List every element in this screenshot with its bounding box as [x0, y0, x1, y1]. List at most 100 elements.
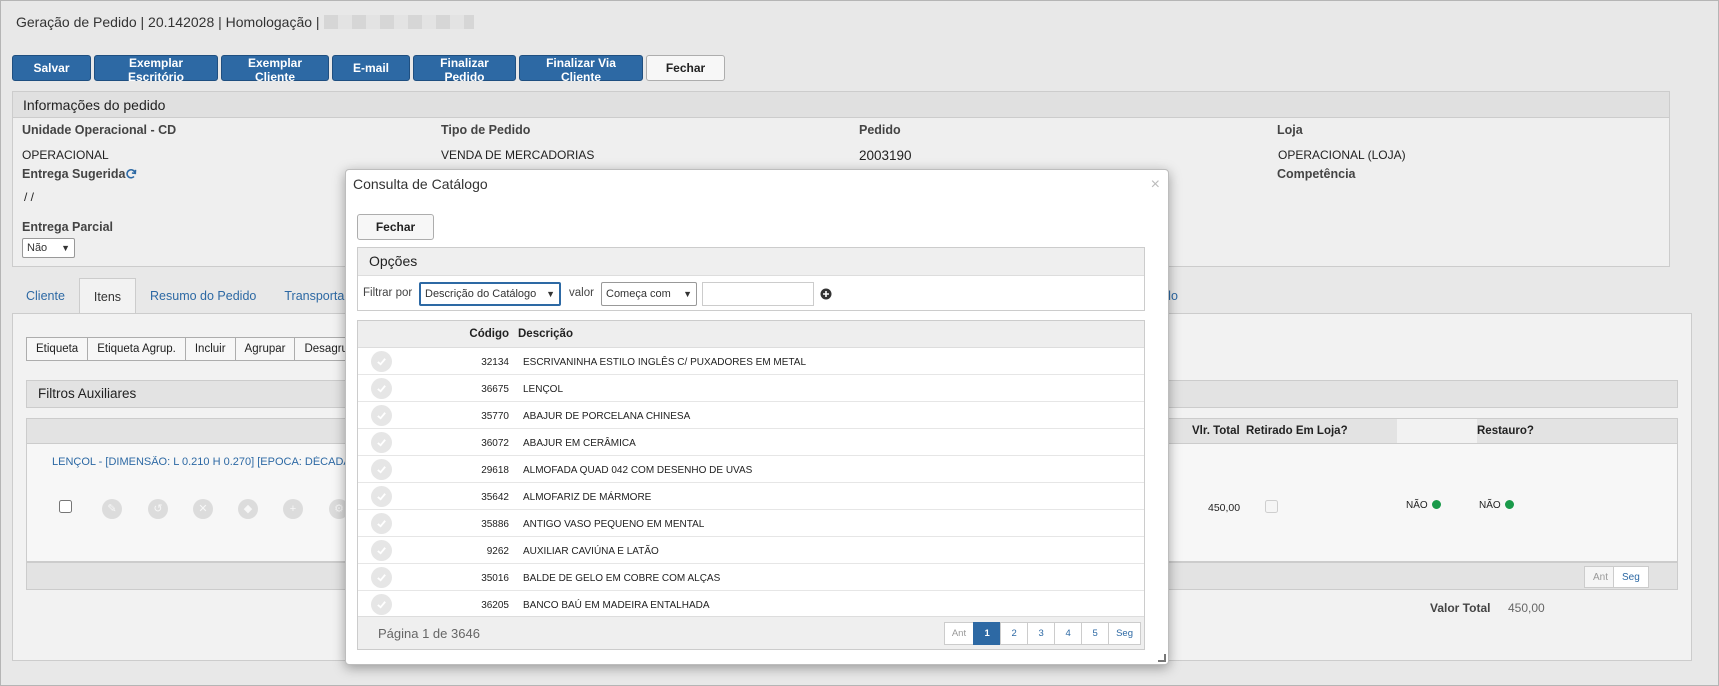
chevron-down-icon: ▼	[61, 243, 70, 253]
close-icon[interactable]: ×	[1151, 177, 1160, 193]
group-label-button[interactable]: Etiqueta Agrup.	[87, 337, 186, 361]
refresh-icon[interactable]	[125, 168, 137, 180]
office-copy-button[interactable]: Exemplar Escritório	[94, 55, 218, 84]
table-row[interactable]: 35770 ABAJUR DE PORCELANA CHINESA	[358, 402, 1144, 429]
table-row[interactable]: 36205 BANCO BAÚ EM MADEIRA ENTALHADA	[358, 591, 1144, 618]
group-button[interactable]: Agrupar	[234, 337, 296, 361]
filter-value-input[interactable]	[702, 282, 814, 306]
include-button[interactable]: Incluir	[184, 337, 236, 361]
select-check-icon[interactable]	[371, 513, 392, 534]
modal-close-button[interactable]: Fechar	[357, 214, 434, 240]
pager-next-button[interactable]: Seg	[1108, 622, 1141, 645]
retirado-checkbox	[1265, 500, 1278, 513]
table-row[interactable]: 36072 ABAJUR EM CERÂMICA	[358, 429, 1144, 456]
item-total-value: 450,00	[1208, 502, 1241, 514]
main-toolbar: Salvar Exemplar Escritório Exemplar Clie…	[12, 55, 725, 84]
select-check-icon[interactable]	[371, 459, 392, 480]
order-type-value: VENDA DE MERCADORIAS	[441, 148, 595, 162]
row-codigo: 36205	[481, 600, 509, 611]
row-codigo: 9262	[486, 546, 509, 557]
col-descricao: Descrição	[518, 328, 573, 340]
history-icon[interactable]: ↺	[148, 499, 168, 519]
partial-delivery-label: Entrega Parcial	[22, 220, 114, 234]
table-row[interactable]: 35016 BALDE DE GELO EM COBRE COM ALÇAS	[358, 564, 1144, 591]
partial-delivery-select[interactable]: Não ▼	[22, 238, 75, 258]
row-codigo: 35016	[481, 573, 509, 584]
row-descricao: BALDE DE GELO EM COBRE COM ALÇAS	[523, 573, 721, 584]
unit-label: Unidade Operacional - CD	[22, 123, 177, 137]
modal-title: Consulta de Catálogo	[353, 176, 488, 192]
row-codigo: 29618	[481, 465, 509, 476]
item-row-checkbox[interactable]	[59, 500, 72, 513]
finalize-client-button[interactable]: Finalizar Via Cliente	[519, 55, 643, 84]
row-descricao: AUXILIAR CAVIÚNA E LATÃO	[523, 546, 659, 557]
value-label: valor	[569, 287, 594, 299]
status-nao-2-text: NÃO	[1479, 500, 1501, 511]
select-check-icon[interactable]	[371, 540, 392, 561]
table-row[interactable]: 35642 ALMOFARIZ DE MÁRMORE	[358, 483, 1144, 510]
order-label: Pedido	[859, 123, 901, 137]
item-description-link[interactable]: LENÇOL - [DIMENSÃO: L 0.210 H 0.270] [EP…	[52, 456, 372, 468]
client-copy-button[interactable]: Exemplar Cliente	[221, 55, 329, 84]
tab-cliente[interactable]: Cliente	[12, 278, 79, 314]
row-descricao: ALMOFADA QUAD 042 COM DESENHO DE UVAS	[523, 465, 753, 476]
resize-handle[interactable]	[1158, 654, 1166, 662]
save-button[interactable]: Salvar	[12, 55, 91, 81]
operator-select[interactable]: Começa com ▼	[601, 282, 697, 306]
pager-page-button[interactable]: 5	[1081, 622, 1110, 645]
pager-page-button[interactable]: 4	[1054, 622, 1083, 645]
pager-page-button[interactable]: 3	[1027, 622, 1056, 645]
email-button[interactable]: E-mail	[332, 55, 410, 81]
table-row[interactable]: 36675 LENÇOL	[358, 375, 1144, 402]
table-row[interactable]: 32134 ESCRIVANINHA ESTILO INGLÊS C/ PUXAD…	[358, 348, 1144, 375]
green-dot-icon	[1431, 500, 1441, 509]
row-descricao: ANTIGO VASO PEQUENO EM MENTAL	[523, 519, 705, 530]
chevron-down-icon: ▼	[546, 289, 555, 299]
select-check-icon[interactable]	[371, 567, 392, 588]
select-check-icon[interactable]	[371, 351, 392, 372]
table-row[interactable]: 29618 ALMOFADA QUAD 042 COM DESENHO DE UV…	[358, 456, 1144, 483]
total-value-label: Valor Total	[1430, 601, 1491, 615]
plus-circle-icon[interactable]	[820, 288, 832, 300]
filter-field-select[interactable]: Descrição do Catálogo ▼	[419, 282, 561, 306]
results-header: Código Descrição	[358, 321, 1144, 348]
page-title-text: Geração de Pedido | 20.142028 | Homologa…	[16, 14, 320, 30]
items-next-button[interactable]: Seg	[1613, 566, 1649, 588]
edit-icon[interactable]: ✎	[102, 499, 122, 519]
order-value: 2003190	[859, 148, 912, 163]
redacted-environment	[323, 15, 474, 29]
close-button[interactable]: Fechar	[646, 55, 725, 81]
results-rows: 32134 ESCRIVANINHA ESTILO INGLÊS C/ PUXAD…	[358, 348, 1144, 618]
options-header: Opções	[358, 248, 1144, 276]
select-check-icon[interactable]	[371, 486, 392, 507]
tab-resumo[interactable]: Resumo do Pedido	[136, 278, 270, 314]
tab-itens[interactable]: Itens	[78, 278, 137, 314]
row-descricao: ESCRIVANINHA ESTILO INGLÊS C/ PUXADORES …	[523, 357, 807, 368]
catalog-modal: Consulta de Catálogo × Fechar Opções Fil…	[345, 169, 1169, 665]
page-title: Geração de Pedido | 20.142028 | Homologa…	[16, 14, 474, 30]
pager-prev-button[interactable]: Ant	[943, 622, 975, 645]
label-button[interactable]: Etiqueta	[26, 337, 89, 361]
add-icon[interactable]: +	[283, 499, 303, 519]
tag-icon[interactable]: ◆	[238, 499, 258, 519]
row-codigo: 35642	[481, 492, 509, 503]
store-label: Loja	[1277, 123, 1303, 137]
page-info: Página 1 de 3646	[378, 626, 480, 641]
row-codigo: 35770	[481, 411, 509, 422]
pager-page-button[interactable]: 1	[973, 622, 1002, 645]
select-check-icon[interactable]	[371, 594, 392, 615]
status-nao-1-text: NÃO	[1406, 500, 1428, 511]
col-vlr-total: Vlr. Total	[1192, 425, 1240, 437]
select-check-icon[interactable]	[371, 405, 392, 426]
table-row[interactable]: 35886 ANTIGO VASO PEQUENO EM MENTAL	[358, 510, 1144, 537]
pager-page-button[interactable]: 2	[1000, 622, 1029, 645]
select-check-icon[interactable]	[371, 378, 392, 399]
delivery-value: / /	[24, 190, 35, 204]
select-check-icon[interactable]	[371, 432, 392, 453]
delete-icon[interactable]: ✕	[193, 499, 213, 519]
results-footer: Página 1 de 3646 Ant 1 2 3 4 5 Seg	[358, 616, 1144, 649]
finalize-order-button[interactable]: Finalizar Pedido	[413, 55, 516, 84]
green-dot-icon	[1504, 500, 1514, 509]
table-row[interactable]: 9262 AUXILIAR CAVIÚNA E LATÃO	[358, 537, 1144, 564]
pagination: Ant 1 2 3 4 5 Seg	[943, 622, 1141, 645]
